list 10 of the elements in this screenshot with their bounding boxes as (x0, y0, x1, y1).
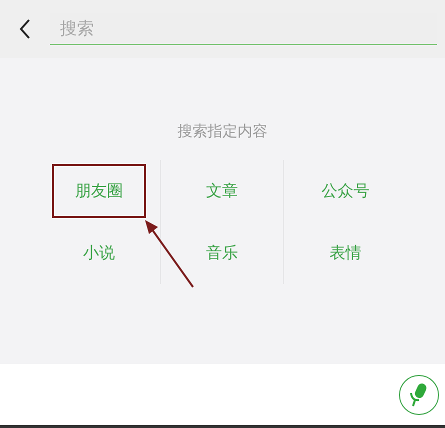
category-link[interactable]: 文章 (204, 180, 240, 202)
back-icon (19, 18, 31, 40)
category-link[interactable]: 公众号 (320, 180, 372, 202)
annotation-arrow (145, 220, 194, 288)
section-title: 搜索指定内容 (176, 121, 268, 142)
category-link[interactable]: 表情 (328, 242, 364, 264)
category-link[interactable]: 朋友圈 (52, 164, 146, 218)
category-link[interactable]: 小说 (81, 242, 117, 264)
voice-button[interactable] (399, 374, 439, 414)
category-link[interactable]: 音乐 (204, 242, 240, 264)
